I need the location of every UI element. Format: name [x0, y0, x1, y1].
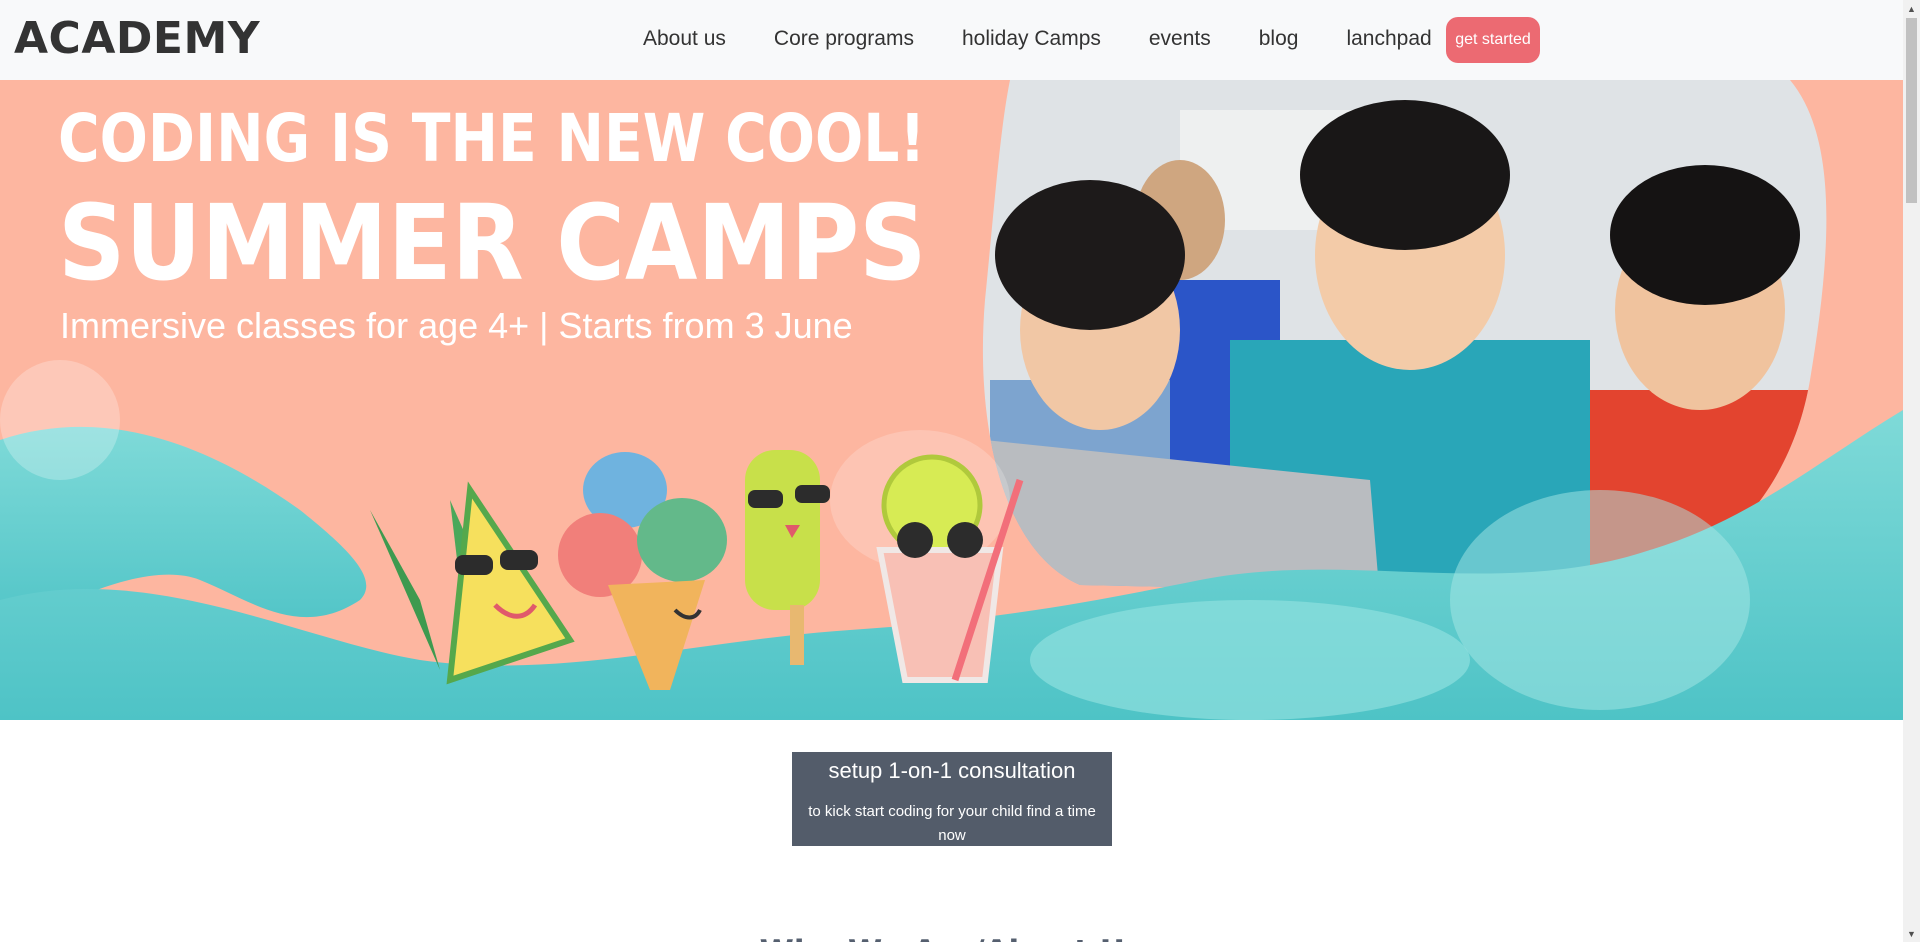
consultation-text: to kick start coding for your child find… [808, 803, 1096, 844]
section-title: Who We Are/About Us [0, 934, 1903, 942]
nav-link-about-us[interactable]: About us [643, 27, 726, 51]
hero-subtitle: Immersive classes for age 4+ | Starts fr… [60, 305, 853, 346]
vertical-scrollbar[interactable]: ▲ ▼ [1903, 0, 1920, 942]
nav-link-holiday-camps[interactable]: holiday Camps [962, 27, 1101, 51]
nav-link-events[interactable]: events [1149, 27, 1211, 51]
hero-banner[interactable]: CODING IS THE NEW COOL! SUMMER CAMPS Imm… [0, 80, 1903, 720]
nav-link-blog[interactable]: blog [1259, 27, 1299, 51]
scroll-thumb[interactable] [1906, 18, 1917, 203]
hero-headline: CODING IS THE NEW COOL! [58, 100, 926, 177]
consultation-title: setup 1-on-1 consultation [828, 758, 1076, 783]
nav-link-core-programs[interactable]: Core programs [774, 27, 914, 51]
nav-links: About us Core programs holiday Camps eve… [643, 27, 1432, 51]
nav-link-lanchpad[interactable]: lanchpad [1346, 27, 1431, 51]
scroll-down-icon[interactable]: ▼ [1903, 925, 1920, 942]
brand-logo[interactable]: ACADEMY [14, 13, 260, 64]
scroll-up-icon[interactable]: ▲ [1903, 0, 1920, 17]
page: ACADEMY About us Core programs holiday C… [0, 0, 1903, 942]
get-started-button[interactable]: get started [1446, 17, 1540, 63]
navbar: ACADEMY About us Core programs holiday C… [0, 0, 1903, 80]
hero-title: SUMMER CAMPS [58, 182, 927, 304]
consultation-box[interactable]: setup 1-on-1 consultation to kick start … [792, 752, 1112, 846]
